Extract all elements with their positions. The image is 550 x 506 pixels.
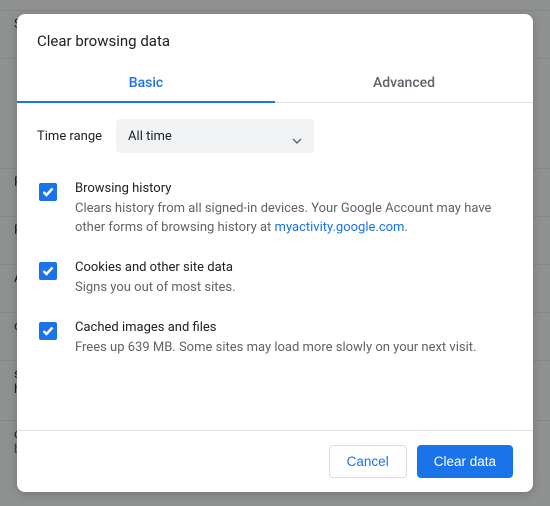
option-desc: Clears history from all signed-in device… — [75, 200, 513, 238]
time-range-value: All time — [128, 129, 292, 144]
option-title: Cached images and files — [75, 320, 513, 335]
tabs: Basic Advanced — [17, 64, 533, 103]
option-cookies: Cookies and other site data Signs you ou… — [37, 260, 513, 298]
cancel-button[interactable]: Cancel — [329, 445, 407, 478]
chevron-down-icon — [292, 131, 302, 141]
clear-data-button[interactable]: Clear data — [417, 445, 513, 478]
checkbox-browsing-history[interactable] — [39, 183, 57, 201]
myactivity-link[interactable]: myactivity.google.com — [275, 220, 405, 235]
time-range-label: Time range — [37, 129, 102, 144]
option-desc: Frees up 639 MB. Some sites may load mor… — [75, 339, 513, 358]
option-browsing-history: Browsing history Clears history from all… — [37, 181, 513, 238]
dialog-title: Clear browsing data — [17, 14, 533, 64]
time-range-row: Time range All time — [37, 119, 513, 153]
option-title: Cookies and other site data — [75, 260, 513, 275]
tab-advanced[interactable]: Advanced — [275, 64, 533, 102]
checkbox-cookies[interactable] — [39, 262, 57, 280]
dialog-footer: Cancel Clear data — [17, 430, 533, 492]
tab-basic[interactable]: Basic — [17, 64, 275, 102]
dialog-body: Time range All time Browsing history Cle… — [17, 103, 533, 430]
clear-browsing-data-dialog: Clear browsing data Basic Advanced Time … — [17, 14, 533, 492]
time-range-select[interactable]: All time — [116, 119, 314, 153]
option-cache: Cached images and files Frees up 639 MB.… — [37, 320, 513, 358]
checkbox-cache[interactable] — [39, 322, 57, 340]
option-desc: Signs you out of most sites. — [75, 279, 513, 298]
option-title: Browsing history — [75, 181, 513, 196]
